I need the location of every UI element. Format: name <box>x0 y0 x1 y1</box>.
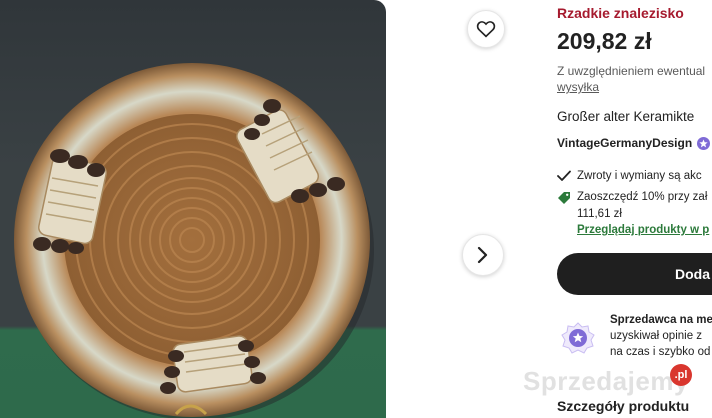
product-info-panel: Rzadkie znalezisko 209,82 zł Z uwzględni… <box>557 0 712 418</box>
returns-text: Zwroty i wymiany są akc <box>577 170 702 182</box>
product-photo[interactable] <box>0 0 386 418</box>
shipping-link[interactable]: wysyłka <box>557 80 599 94</box>
tax-note: Z uwzględnieniem ewentual <box>557 64 706 78</box>
add-to-cart-button[interactable]: Doda <box>557 253 712 295</box>
savings-text: Zaoszczędź 10% przy zał <box>577 191 708 203</box>
tag-icon <box>558 192 570 204</box>
seller-line-2: uzyskiwał opinie z <box>610 330 703 342</box>
shop-name: VintageGermanyDesign <box>557 136 693 150</box>
shop-link[interactable]: VintageGermanyDesign <box>557 136 711 150</box>
seller-line-1: Sprzedawca na me <box>610 314 712 326</box>
chevron-right-icon <box>477 246 488 264</box>
add-to-cart-label: Doda <box>675 266 710 282</box>
price: 209,82 zł <box>557 28 652 54</box>
favorite-button[interactable] <box>467 10 505 48</box>
product-details-heading[interactable]: Szczegóły produktu <box>557 398 689 414</box>
product-title: Großer alter Keramikte <box>557 109 695 124</box>
seller-info: Sprzedawca na me uzyskiwał opinie z na c… <box>610 312 712 360</box>
ceramic-plate-image <box>14 63 374 418</box>
next-image-button[interactable] <box>462 234 504 276</box>
rare-find-badge: Rzadkie znalezisko <box>557 5 684 21</box>
seller-line-3: na czas i szybko od <box>610 346 711 358</box>
star-seller-icon <box>561 322 595 354</box>
star-badge-icon <box>697 136 711 150</box>
heart-icon <box>476 21 496 38</box>
checkmark-icon <box>557 170 571 181</box>
browse-products-link[interactable]: Przeglądaj produkty w p <box>577 224 709 236</box>
savings-amount: 111,61 zł <box>577 208 622 220</box>
